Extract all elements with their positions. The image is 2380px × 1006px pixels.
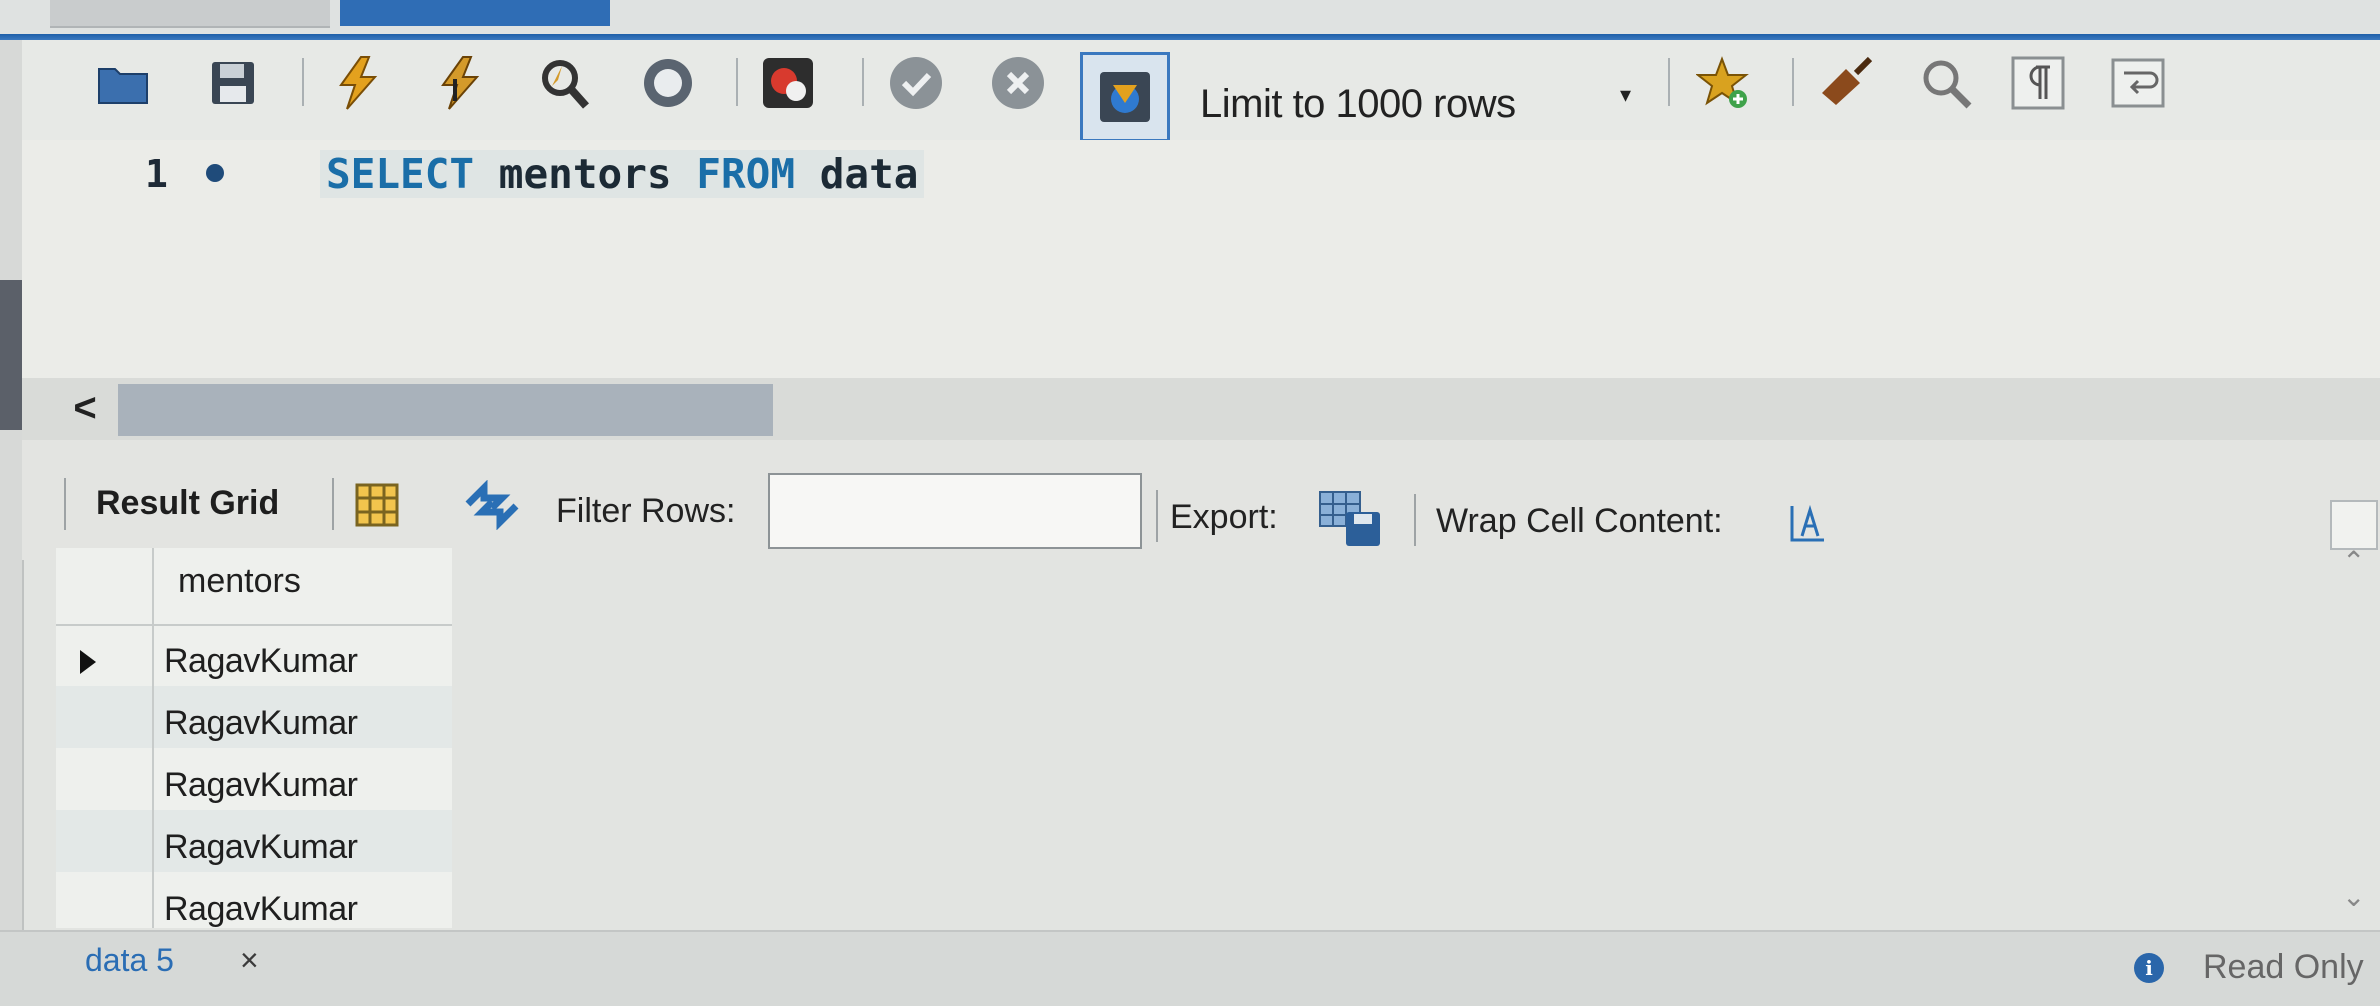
toolbar-separator: [332, 478, 334, 530]
scrollbar-thumb[interactable]: [118, 384, 773, 436]
cell-mentors[interactable]: RagavKumar: [164, 828, 358, 867]
explain-magnifier-icon[interactable]: [535, 55, 591, 111]
statement-marker-icon: [206, 164, 224, 182]
read-only-status: Read Only: [2203, 948, 2364, 986]
row-selector[interactable]: [56, 810, 154, 872]
open-folder-icon[interactable]: [95, 55, 151, 111]
left-panel-edge: [0, 40, 24, 1004]
refresh-icon[interactable]: [462, 479, 522, 535]
row-selector[interactable]: [56, 686, 154, 748]
filter-rows-label: Filter Rows:: [556, 492, 736, 530]
wrap-cell-toggle-icon[interactable]: [1788, 502, 1828, 549]
toolbar-separator: [302, 58, 304, 106]
cell-mentors[interactable]: RagavKumar: [164, 704, 358, 743]
result-tabs-bar: [0, 930, 2380, 1006]
row-selector[interactable]: [56, 624, 154, 686]
sql-keyword-from: FROM: [696, 150, 796, 198]
toolbar-separator: [736, 58, 738, 106]
toolbar-separator: [1156, 490, 1158, 542]
sql-column: mentors: [498, 150, 672, 198]
grid-corner-cell[interactable]: [56, 548, 154, 624]
row-selector[interactable]: [56, 748, 154, 810]
beautify-broom-icon[interactable]: [1816, 55, 1872, 111]
cell-mentors[interactable]: RagavKumar: [164, 766, 358, 805]
toolbar-separator: [1792, 58, 1794, 106]
chevron-down-icon: ▾: [1620, 82, 1632, 107]
scroll-down-icon[interactable]: ⌄: [2342, 880, 2365, 913]
filter-rows-input[interactable]: [768, 473, 1142, 549]
save-icon[interactable]: [205, 55, 261, 111]
result-tab-data-5[interactable]: data 5: [85, 942, 174, 979]
execute-lightning-icon[interactable]: [330, 55, 386, 111]
invisible-chars-icon[interactable]: [2010, 55, 2066, 111]
toolbar-separator: [1668, 58, 1670, 106]
form-editor-icon[interactable]: [354, 482, 400, 533]
left-panel-scrollbar[interactable]: [0, 280, 22, 430]
export-label: Export:: [1170, 498, 1278, 536]
commit-check-icon[interactable]: [888, 55, 944, 111]
scroll-left-icon[interactable]: <: [60, 378, 110, 438]
find-icon[interactable]: [1918, 55, 1974, 111]
column-header-mentors[interactable]: mentors: [178, 562, 301, 601]
stop-icon[interactable]: [640, 55, 696, 111]
editor-tab-inactive[interactable]: [50, 0, 330, 28]
autocommit-toggle-icon[interactable]: [1080, 52, 1170, 142]
line-number: 1: [145, 152, 168, 196]
current-row-arrow-icon: [80, 650, 96, 674]
side-panel-toggle[interactable]: [2330, 500, 2378, 550]
toolbar-separator: [64, 478, 66, 530]
word-wrap-icon[interactable]: [2110, 55, 2166, 111]
execute-cursor-lightning-icon[interactable]: [432, 55, 488, 111]
row-selector[interactable]: [56, 872, 154, 928]
info-icon: i: [2134, 953, 2164, 983]
cell-mentors[interactable]: RagavKumar: [164, 642, 358, 681]
result-grid-label: Result Grid: [96, 484, 280, 522]
rollback-x-icon[interactable]: [990, 55, 1046, 111]
toolbar-separator: [1414, 494, 1416, 546]
sql-keyword-select: SELECT: [326, 150, 475, 198]
scroll-up-icon[interactable]: ⌃: [2342, 545, 2365, 578]
export-icon[interactable]: [1318, 488, 1384, 553]
cell-mentors[interactable]: RagavKumar: [164, 890, 358, 929]
limit-rows-select[interactable]: Limit to 1000 rows ▾: [1200, 64, 1660, 144]
toolbar-separator: [862, 58, 864, 106]
toggle-error-icon[interactable]: [760, 55, 816, 111]
editor-tab-active[interactable]: [340, 0, 610, 26]
sql-table: data: [819, 150, 919, 198]
add-snippet-star-icon[interactable]: [1696, 55, 1752, 111]
close-icon[interactable]: ×: [240, 942, 259, 979]
limit-rows-label: Limit to 1000 rows: [1200, 81, 1516, 126]
sql-statement-line[interactable]: SELECT mentors FROM data: [320, 150, 925, 198]
wrap-cell-content-label: Wrap Cell Content:: [1436, 502, 1723, 540]
